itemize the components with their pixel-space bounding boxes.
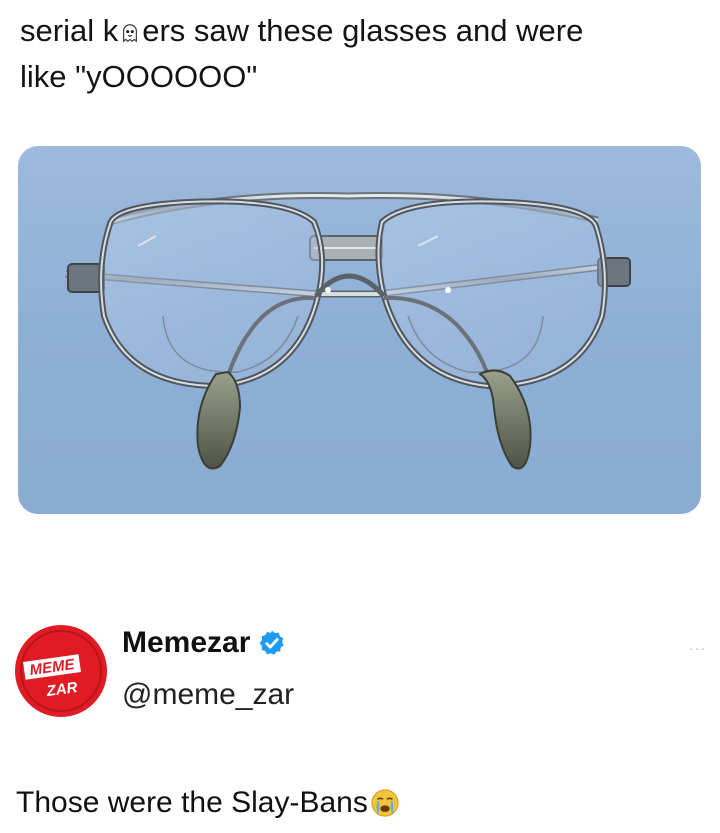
verified-badge-icon — [260, 630, 285, 655]
tweet-text: Those were the Slay-Bans — [16, 786, 400, 820]
crying-face-icon — [371, 789, 399, 817]
caption-text-part-2: ers saw these glasses and were — [142, 13, 584, 48]
user-handle[interactable]: @meme_zar — [122, 678, 294, 712]
caption-line-1: serial k ers saw these glasses and were — [20, 13, 583, 48]
display-name-text[interactable]: Memezar — [122, 626, 250, 660]
caption-text-part-1: serial k — [20, 13, 119, 48]
more-options-button[interactable]: ··· — [689, 640, 706, 656]
meme-caption: serial k ers saw these glasses and were … — [20, 8, 700, 100]
caption-line-2: like "yOOOOOO" — [20, 59, 258, 94]
display-name[interactable]: Memezar — [122, 626, 286, 660]
tweet-text-body: Those were the Slay-Bans — [16, 786, 368, 819]
avatar[interactable]: MEME ZAR — [14, 624, 108, 718]
glasses-image — [18, 146, 701, 514]
tweet-card: MEME ZAR Memezar @meme_zar ··· Those wer… — [0, 600, 720, 833]
glasses-illustration — [65, 192, 631, 470]
ghost-icon — [123, 24, 138, 43]
memezar-logo: MEME ZAR — [15, 625, 107, 717]
